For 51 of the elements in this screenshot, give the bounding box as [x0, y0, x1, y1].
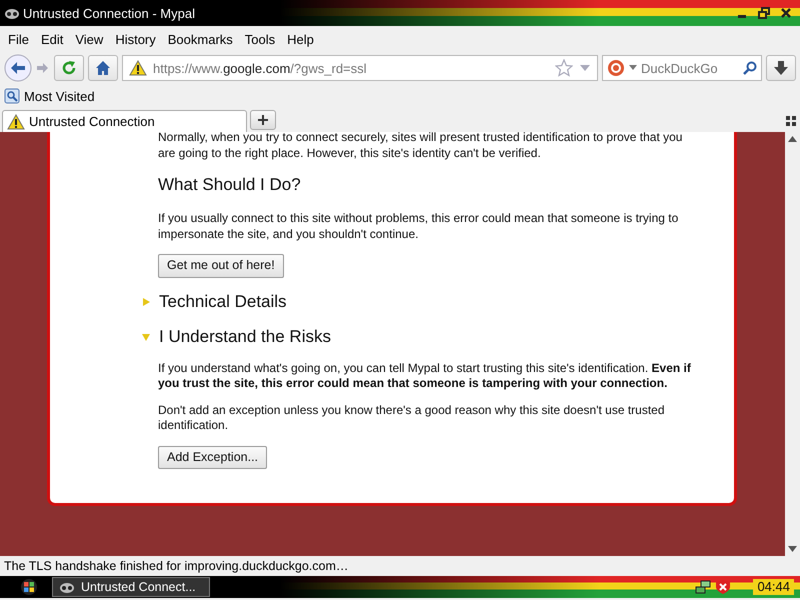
clock: 04:44 — [753, 579, 794, 595]
menu-item[interactable]: View — [71, 32, 108, 46]
scroll-down-icon[interactable] — [788, 546, 797, 552]
warning-icon — [129, 60, 147, 76]
download-button[interactable] — [766, 55, 796, 81]
network-icon[interactable] — [695, 579, 712, 595]
reload-icon — [61, 60, 77, 76]
url-text: https://www.google.com/?gws_rd=ssl — [153, 60, 367, 76]
search-icon[interactable] — [743, 61, 757, 75]
back-button[interactable] — [4, 54, 32, 82]
app-icon — [4, 6, 20, 20]
search-bar[interactable]: DuckDuckGo — [602, 55, 762, 81]
app-icon — [59, 580, 75, 594]
expander-header[interactable]: I Understand the Risks — [141, 326, 331, 346]
get-me-out-button[interactable]: Get me out of here! — [158, 254, 284, 278]
risk-paragraph: If you understand what's going on, you can tell Mypal to start trusting this site's identification. Even if you trust the site, this error could mean that someone is tampering with your connection. — [158, 360, 692, 392]
menu-item[interactable]: Tools — [240, 32, 280, 46]
forward-icon — [36, 61, 50, 75]
reload-button[interactable] — [54, 55, 84, 81]
star-icon[interactable] — [555, 59, 573, 77]
restore-icon[interactable] — [758, 7, 770, 19]
taskbar-button[interactable]: Untrusted Connect... — [52, 577, 210, 597]
window-title: Untrusted Connection - Mypal — [23, 6, 195, 20]
risk-paragraph: Don't add an exception unless you know there's a good reason why this site doesn't use trusted identification. — [158, 402, 666, 434]
menu-item[interactable]: File — [4, 32, 33, 46]
bookmark-item[interactable]: Most Visited — [4, 88, 95, 104]
caret-icon[interactable] — [629, 65, 637, 71]
scroll-up-icon[interactable] — [788, 136, 797, 142]
browser-tab[interactable]: Untrusted Connection — [2, 110, 247, 132]
folder-icon — [4, 88, 20, 104]
new-tab-button[interactable] — [250, 110, 276, 130]
add-exception-button[interactable]: Add Exception... — [158, 446, 268, 469]
tab-list-icon[interactable] — [786, 116, 796, 126]
section-heading: What Should I Do? — [158, 175, 301, 195]
expander-header[interactable]: Technical Details — [141, 292, 287, 312]
address-bar[interactable]: https://www.google.com/?gws_rd=ssl — [122, 55, 598, 81]
close-icon[interactable] — [780, 7, 792, 19]
start-icon[interactable] — [20, 578, 38, 596]
home-button[interactable] — [88, 55, 118, 81]
advice-paragraph: If you usually connect to this site without problems, this error could mean that someone is trying to impersonate the site, and you shouldn't continue. — [158, 211, 680, 242]
home-icon — [95, 60, 111, 76]
menu-item[interactable]: Edit — [36, 32, 68, 46]
search-engine-icon[interactable] — [607, 59, 625, 77]
menu-item[interactable]: History — [111, 32, 160, 46]
download-icon — [773, 60, 789, 76]
plus-icon — [257, 114, 269, 126]
warning-icon — [7, 114, 25, 130]
intro-paragraph: Normally, when you try to connect securely, sites will present trusted identification to prove that you are going to the right place. However, this site's identity can't be verified. — [158, 132, 684, 161]
menu-item[interactable]: Bookmarks — [164, 32, 237, 46]
status-text: The TLS handshake finished for improving.duckduckgo.com… — [4, 559, 348, 573]
menu-item[interactable]: Help — [283, 32, 318, 46]
